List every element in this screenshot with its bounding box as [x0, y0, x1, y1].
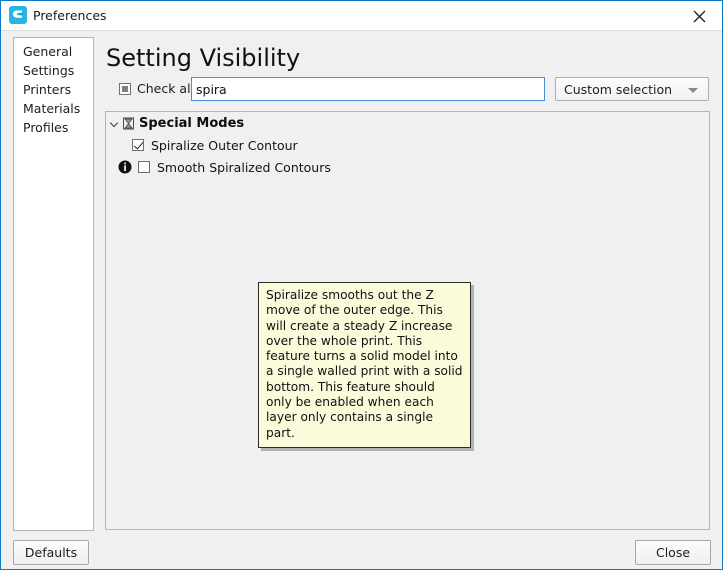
chevron-down-icon[interactable] — [110, 118, 121, 129]
window-title: Preferences — [33, 8, 107, 23]
visibility-preset-value: Custom selection — [564, 82, 672, 97]
preferences-window: Preferences General Settings Printers Ma… — [0, 0, 723, 570]
page-title: Setting Visibility — [106, 44, 300, 72]
info-icon[interactable] — [118, 160, 132, 174]
special-modes-icon — [122, 117, 135, 130]
sidebar-item-profiles[interactable]: Profiles — [14, 118, 93, 137]
search-input[interactable] — [191, 77, 545, 101]
tree-item-label: Smooth Spiralized Contours — [157, 160, 331, 175]
visibility-preset-select[interactable]: Custom selection — [555, 77, 709, 101]
check-all-control[interactable]: Check all — [119, 81, 194, 96]
close-button[interactable]: Close — [635, 540, 711, 565]
chevron-down-icon — [688, 88, 698, 93]
setting-tooltip: Spiralize smooths out the Z move of the … — [258, 282, 471, 448]
sidebar-item-printers[interactable]: Printers — [14, 80, 93, 99]
tree-group-special-modes[interactable]: Special Modes — [106, 112, 709, 134]
settings-visibility-pane: Setting Visibility Check all Custom sele… — [105, 37, 711, 531]
tree-item-label: Spiralize Outer Contour — [151, 138, 298, 153]
sidebar-item-materials[interactable]: Materials — [14, 99, 93, 118]
check-all-label: Check all — [137, 81, 194, 96]
filter-row: Check all Custom selection — [105, 77, 711, 103]
tree-item-smooth-spiralized-contours[interactable]: Smooth Spiralized Contours — [106, 156, 709, 178]
sidebar-item-settings[interactable]: Settings — [14, 61, 93, 80]
close-icon[interactable] — [677, 1, 722, 29]
preferences-category-list[interactable]: General Settings Printers Materials Prof… — [13, 37, 94, 531]
defaults-button[interactable]: Defaults — [13, 540, 89, 565]
cura-logo-icon — [9, 6, 27, 24]
check-all-checkbox[interactable] — [119, 83, 131, 95]
tree-group-label: Special Modes — [139, 116, 244, 131]
title-bar: Preferences — [1, 1, 722, 31]
setting-checkbox[interactable] — [132, 139, 144, 151]
sidebar-item-general[interactable]: General — [14, 42, 93, 61]
setting-checkbox[interactable] — [138, 161, 150, 173]
settings-tree[interactable]: Special Modes Spiralize Outer Contour Sm… — [105, 111, 710, 530]
tree-item-spiralize-outer-contour[interactable]: Spiralize Outer Contour — [106, 134, 709, 156]
